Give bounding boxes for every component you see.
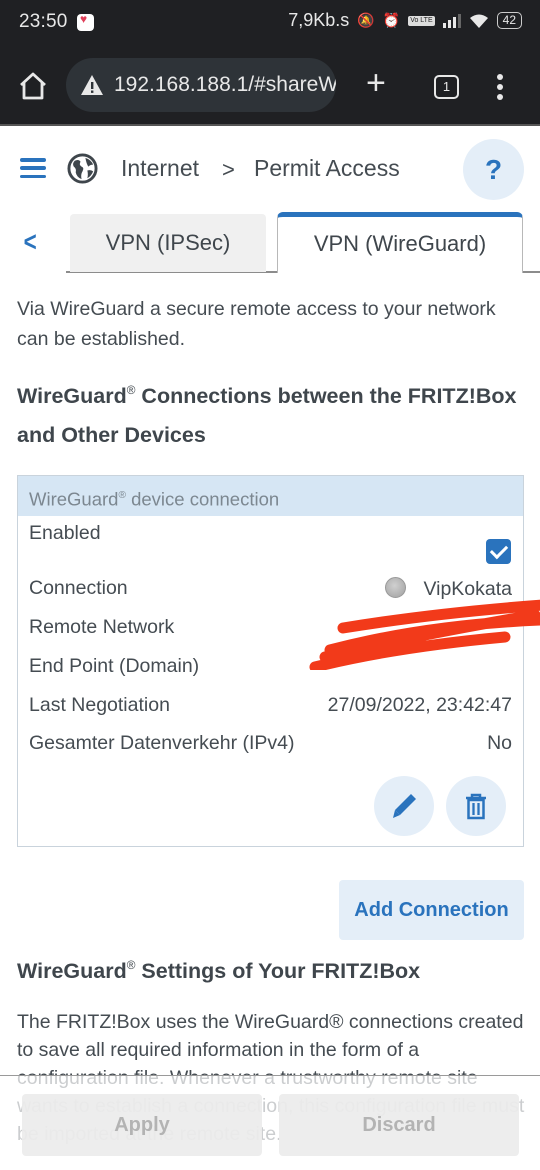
menu-icon[interactable] <box>20 158 46 178</box>
row-label: Enabled <box>29 522 101 544</box>
home-icon[interactable] <box>18 72 48 100</box>
url-text[interactable]: 192.168.188.1/#shareW <box>114 73 336 97</box>
edit-connection-button[interactable] <box>374 776 434 836</box>
row-label: End Point (Domain) <box>29 655 200 677</box>
breadcrumb-separator-icon: > <box>222 157 235 182</box>
row-label: Connection <box>29 577 128 599</box>
health-app-icon <box>77 12 94 31</box>
breadcrumb-internet[interactable]: Internet <box>121 155 199 182</box>
address-bar[interactable]: 192.168.188.1/#shareW <box>66 58 336 112</box>
tab-switcher-button[interactable]: 1 <box>434 75 459 99</box>
warning-icon <box>81 75 103 95</box>
signal-icon <box>442 13 461 28</box>
mute-bell-icon: 🔕 <box>357 12 375 28</box>
help-button[interactable]: ? <box>463 139 524 200</box>
battery-icon: 42 <box>496 12 522 29</box>
connection-status-indicator-icon <box>385 577 407 598</box>
row-connection: Connection VipKokata <box>29 577 512 607</box>
row-enabled: Enabled <box>29 522 512 572</box>
pencil-icon <box>393 794 416 818</box>
wifi-icon <box>469 14 488 28</box>
settings-heading: WireGuard® Settings of Your FRITZ!Box <box>17 958 421 983</box>
globe-icon <box>67 153 98 184</box>
row-remote-network: Remote Network <box>29 616 512 646</box>
trash-icon <box>466 793 486 820</box>
row-label: Remote Network <box>29 616 175 638</box>
connection-card: WireGuard® device connection Enabled Con… <box>17 475 524 847</box>
row-label: Last Negotiation <box>29 694 170 716</box>
more-menu-icon[interactable] <box>497 74 503 100</box>
tab-scroll-left-button[interactable]: < <box>0 212 66 272</box>
delete-connection-button[interactable] <box>446 776 506 836</box>
row-end-point: End Point (Domain) <box>29 655 512 685</box>
browser-toolbar: 192.168.188.1/#shareW + 1 <box>0 46 540 126</box>
row-value: VipKokata <box>385 577 512 601</box>
row-last-negotiation: Last Negotiation 27/09/2022, 23:42:47 <box>29 694 512 724</box>
status-indicators: 7,9Kb.s 🔕 ⏰ Vo LTE 42 <box>288 10 522 31</box>
action-footer: Apply Discard <box>0 1075 540 1170</box>
tab-vpn-ipsec[interactable]: VPN (IPSec) <box>70 214 266 272</box>
status-bar: 23:50 7,9Kb.s 🔕 ⏰ Vo LTE 42 <box>0 0 540 46</box>
discard-button[interactable]: Discard <box>279 1094 519 1156</box>
row-value: 27/09/2022, 23:42:47 <box>327 694 512 716</box>
volte-icon: Vo LTE <box>408 15 435 26</box>
network-speed: 7,9Kb.s <box>288 10 350 30</box>
tab-vpn-wireguard[interactable]: VPN (WireGuard) <box>277 212 523 273</box>
new-tab-icon[interactable]: + <box>366 66 386 100</box>
connections-heading: WireGuard® Connections between the FRITZ… <box>17 383 517 447</box>
add-connection-button[interactable]: Add Connection <box>339 880 524 940</box>
status-time: 23:50 <box>19 11 68 32</box>
chevron-left-icon: < <box>23 226 37 257</box>
row-label: Gesamter Datenverkehr (IPv4) <box>29 732 295 754</box>
alarm-icon: ⏰ <box>382 12 401 28</box>
app-header: Internet > Permit Access ? <box>0 128 540 210</box>
enabled-checkbox[interactable] <box>486 539 511 564</box>
row-value: No <box>487 732 512 754</box>
apply-button[interactable]: Apply <box>22 1094 262 1156</box>
row-total-traffic: Gesamter Datenverkehr (IPv4) No <box>29 732 512 762</box>
connection-card-header: WireGuard® device connection <box>18 476 523 516</box>
breadcrumb-permit-access: Permit Access <box>254 155 400 181</box>
tab-bar: VPN (IPSec) VPN (WireGuard) < <box>0 212 540 273</box>
intro-text: Via WireGuard a secure remote access to … <box>17 298 496 350</box>
